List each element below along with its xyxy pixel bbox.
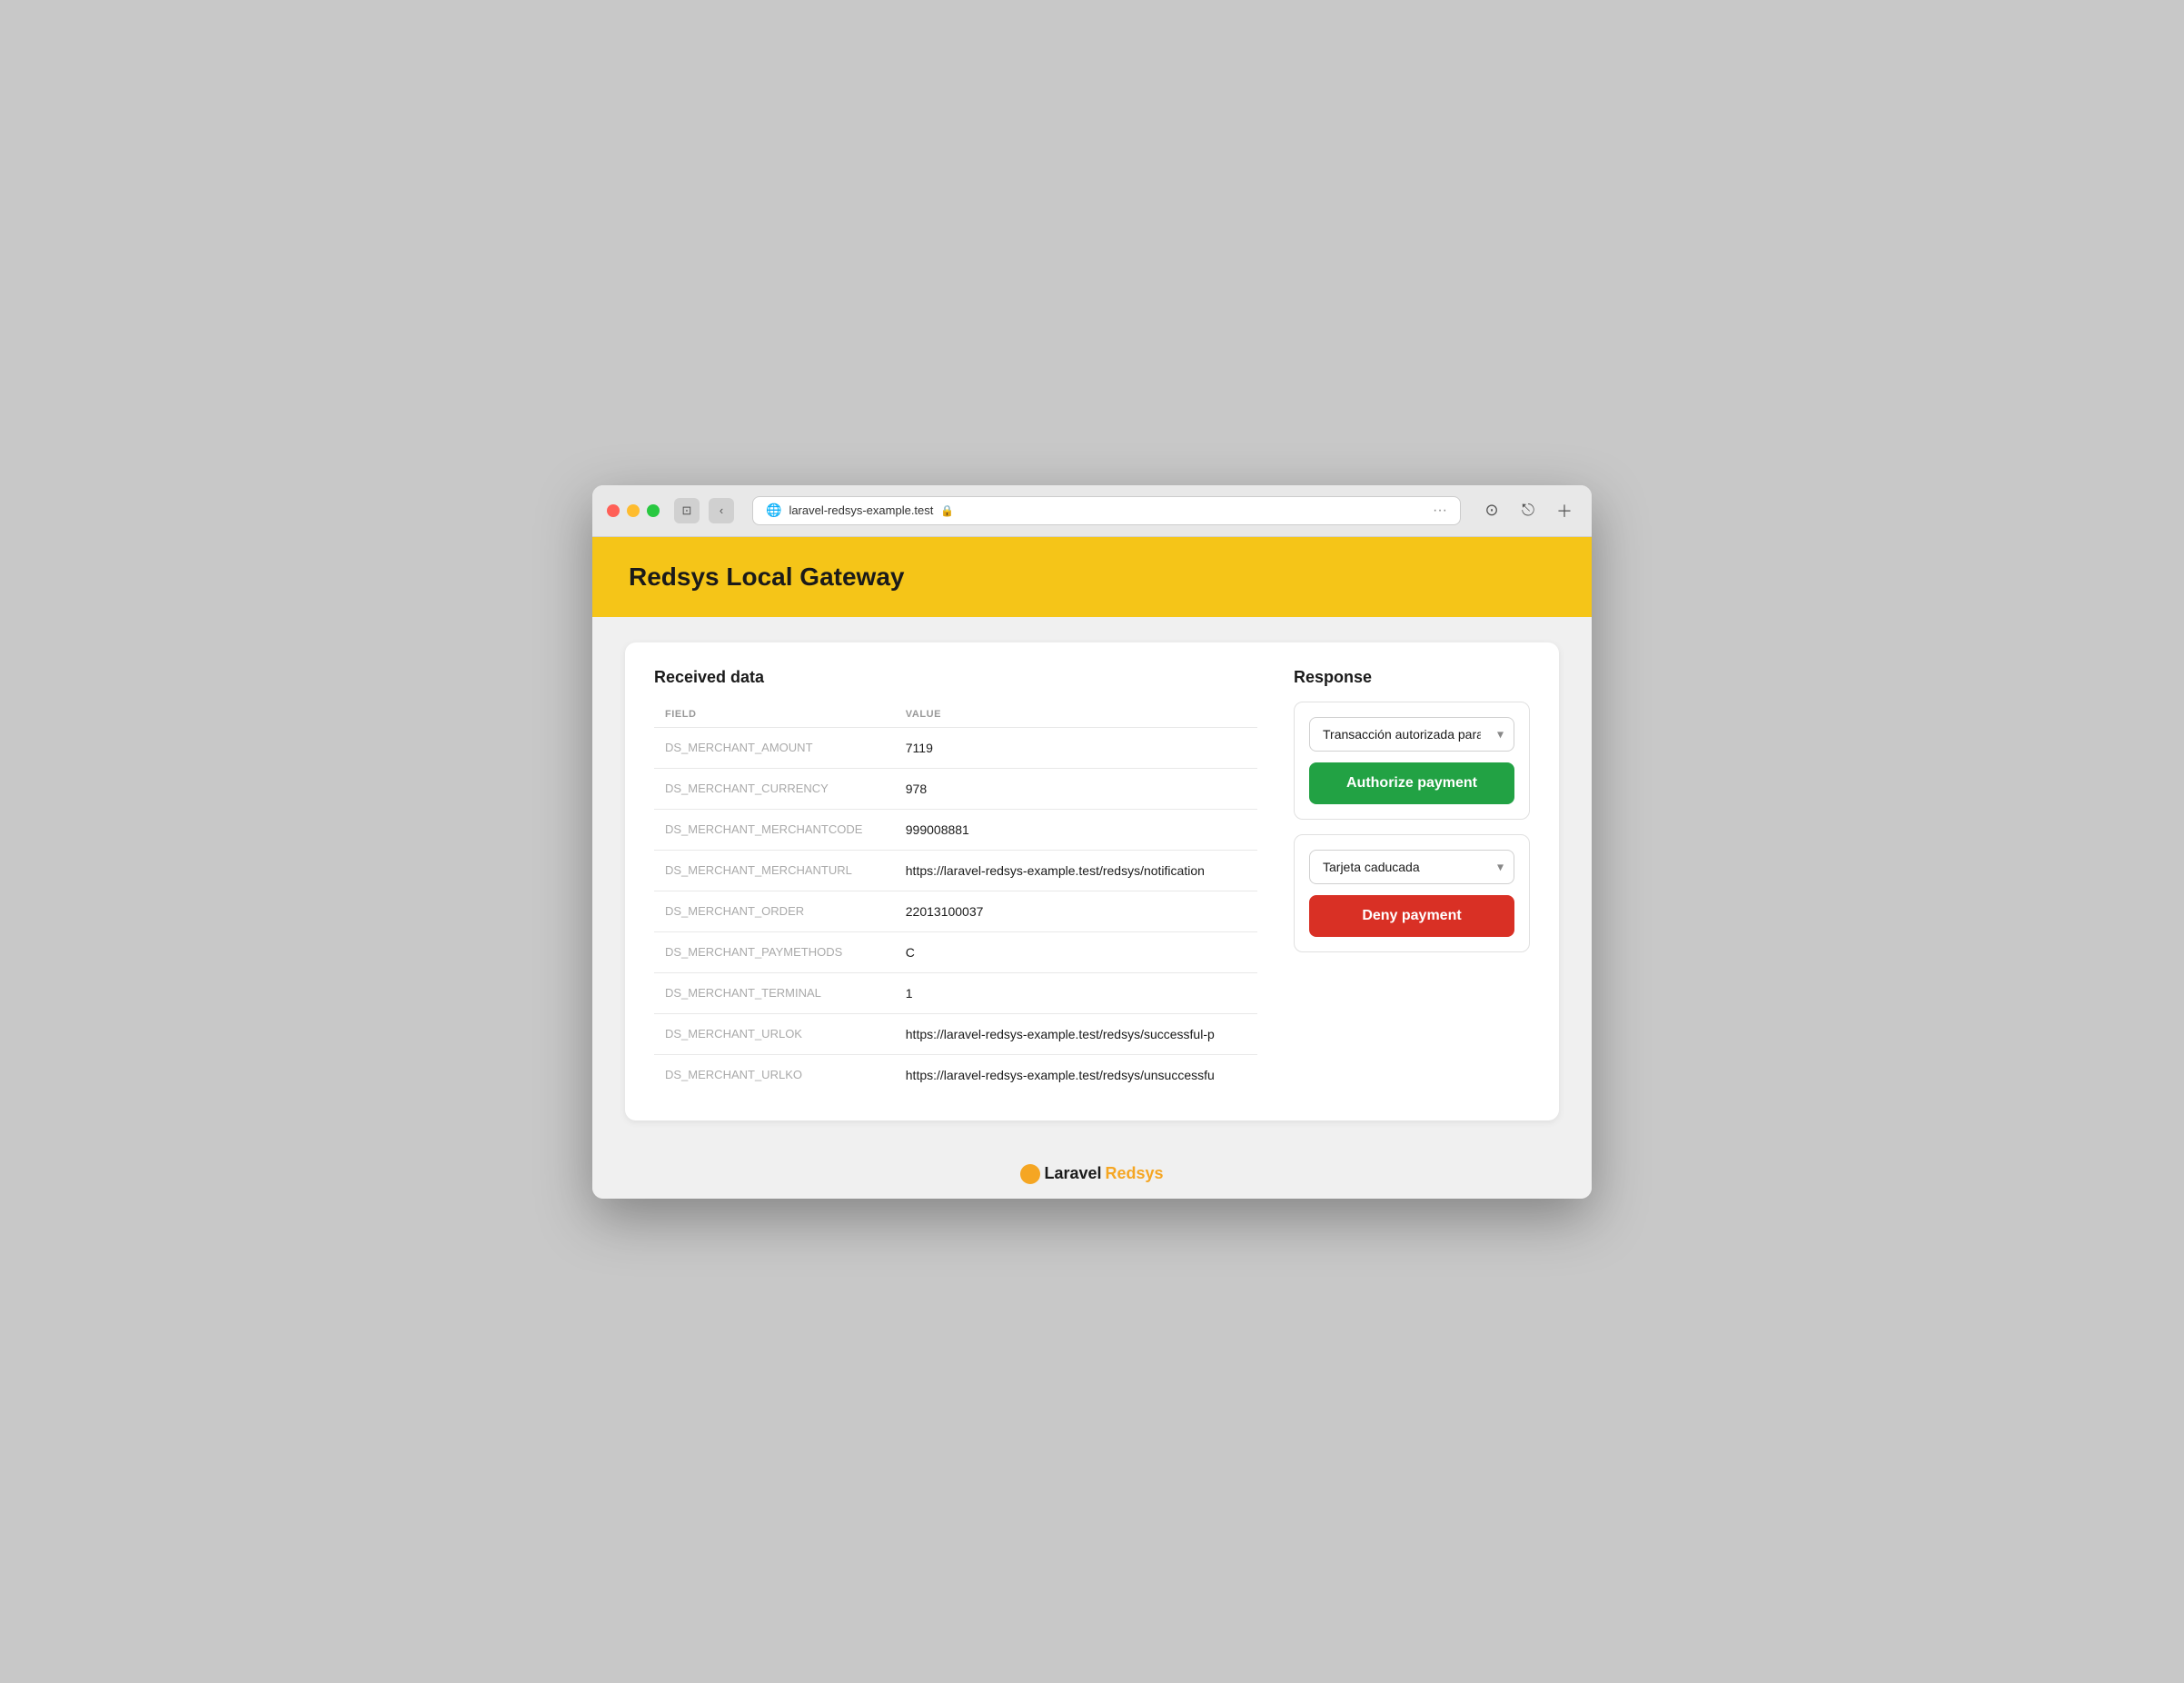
browser-actions: ⊙ ⎋ ＋	[1479, 498, 1577, 523]
table-row: DS_MERCHANT_ORDER 22013100037	[654, 891, 1257, 931]
table-row: DS_MERCHANT_MERCHANTCODE 999008881	[654, 809, 1257, 850]
maximize-button[interactable]	[647, 504, 660, 517]
footer-laravel-text: Laravel	[1044, 1164, 1101, 1183]
lock-icon: 🔒	[940, 504, 954, 517]
traffic-lights	[607, 504, 660, 517]
globe-icon: 🌐	[766, 503, 781, 518]
authorize-box: Transacción autorizada paraTransacción d…	[1294, 702, 1530, 820]
value-cell: 999008881	[895, 809, 1257, 850]
field-cell: DS_MERCHANT_URLKO	[654, 1054, 895, 1095]
response-section: Response Transacción autorizada paraTran…	[1294, 668, 1530, 1095]
table-row: DS_MERCHANT_PAYMETHODS C	[654, 931, 1257, 972]
value-column-header: VALUE	[895, 702, 1257, 728]
value-cell: https://laravel-redsys-example.test/reds…	[895, 1054, 1257, 1095]
page-header: Redsys Local Gateway	[592, 537, 1592, 617]
deny-box: Tarjeta caducadaFondos insuficientesTarj…	[1294, 834, 1530, 952]
footer-redsys-text: Redsys	[1106, 1164, 1164, 1183]
field-cell: DS_MERCHANT_MERCHANTURL	[654, 850, 895, 891]
back-button[interactable]: ‹	[709, 498, 734, 523]
value-cell: 22013100037	[895, 891, 1257, 931]
browser-window: ⊡ ‹ 🌐 laravel-redsys-example.test 🔒 ··· …	[592, 485, 1592, 1199]
response-title: Response	[1294, 668, 1530, 687]
table-row: DS_MERCHANT_TERMINAL 1	[654, 972, 1257, 1013]
deny-select-wrapper: Tarjeta caducadaFondos insuficientesTarj…	[1309, 850, 1514, 884]
card-layout: Received data FIELD VALUE DS_MERCHANT_AM…	[654, 668, 1530, 1095]
value-cell: 1	[895, 972, 1257, 1013]
page-title: Redsys Local Gateway	[629, 563, 1555, 592]
field-cell: DS_MERCHANT_CURRENCY	[654, 768, 895, 809]
new-tab-button[interactable]: ＋	[1552, 498, 1577, 523]
deny-payment-button[interactable]: Deny payment	[1309, 895, 1514, 937]
table-row: DS_MERCHANT_AMOUNT 7119	[654, 727, 1257, 768]
page-footer: Laravel Redsys	[592, 1150, 1592, 1199]
more-button[interactable]: ···	[1433, 503, 1447, 519]
field-cell: DS_MERCHANT_MERCHANTCODE	[654, 809, 895, 850]
footer-logo: Laravel Redsys	[1020, 1164, 1163, 1184]
main-card: Received data FIELD VALUE DS_MERCHANT_AM…	[625, 642, 1559, 1120]
value-cell: 978	[895, 768, 1257, 809]
authorize-select-wrapper: Transacción autorizada paraTransacción d…	[1309, 717, 1514, 752]
received-data-title: Received data	[654, 668, 1257, 687]
table-row: DS_MERCHANT_CURRENCY 978	[654, 768, 1257, 809]
page-content: Received data FIELD VALUE DS_MERCHANT_AM…	[592, 617, 1592, 1150]
received-data-section: Received data FIELD VALUE DS_MERCHANT_AM…	[654, 668, 1257, 1095]
browser-controls: ⊡ ‹	[674, 498, 734, 523]
field-cell: DS_MERCHANT_TERMINAL	[654, 972, 895, 1013]
value-cell: https://laravel-redsys-example.test/reds…	[895, 850, 1257, 891]
table-row: DS_MERCHANT_URLOK https://laravel-redsys…	[654, 1013, 1257, 1054]
laravel-circle-icon	[1020, 1164, 1040, 1184]
close-button[interactable]	[607, 504, 620, 517]
field-cell: DS_MERCHANT_PAYMETHODS	[654, 931, 895, 972]
value-cell: C	[895, 931, 1257, 972]
url-text: laravel-redsys-example.test	[789, 503, 933, 517]
table-row: DS_MERCHANT_MERCHANTURL https://laravel-…	[654, 850, 1257, 891]
field-cell: DS_MERCHANT_ORDER	[654, 891, 895, 931]
extensions-button[interactable]: ⊙	[1479, 498, 1504, 523]
field-cell: DS_MERCHANT_URLOK	[654, 1013, 895, 1054]
authorize-select[interactable]: Transacción autorizada paraTransacción d…	[1309, 717, 1514, 752]
share-button[interactable]: ⎋	[1515, 498, 1541, 523]
browser-titlebar: ⊡ ‹ 🌐 laravel-redsys-example.test 🔒 ··· …	[592, 485, 1592, 537]
authorize-payment-button[interactable]: Authorize payment	[1309, 762, 1514, 804]
address-bar[interactable]: 🌐 laravel-redsys-example.test 🔒 ···	[752, 496, 1461, 525]
table-row: DS_MERCHANT_URLKO https://laravel-redsys…	[654, 1054, 1257, 1095]
deny-select[interactable]: Tarjeta caducadaFondos insuficientesTarj…	[1309, 850, 1514, 884]
minimize-button[interactable]	[627, 504, 640, 517]
field-column-header: FIELD	[654, 702, 895, 728]
field-cell: DS_MERCHANT_AMOUNT	[654, 727, 895, 768]
data-table: FIELD VALUE DS_MERCHANT_AMOUNT 7119 DS_M…	[654, 702, 1257, 1095]
value-cell: 7119	[895, 727, 1257, 768]
sidebar-toggle-button[interactable]: ⊡	[674, 498, 700, 523]
value-cell: https://laravel-redsys-example.test/reds…	[895, 1013, 1257, 1054]
